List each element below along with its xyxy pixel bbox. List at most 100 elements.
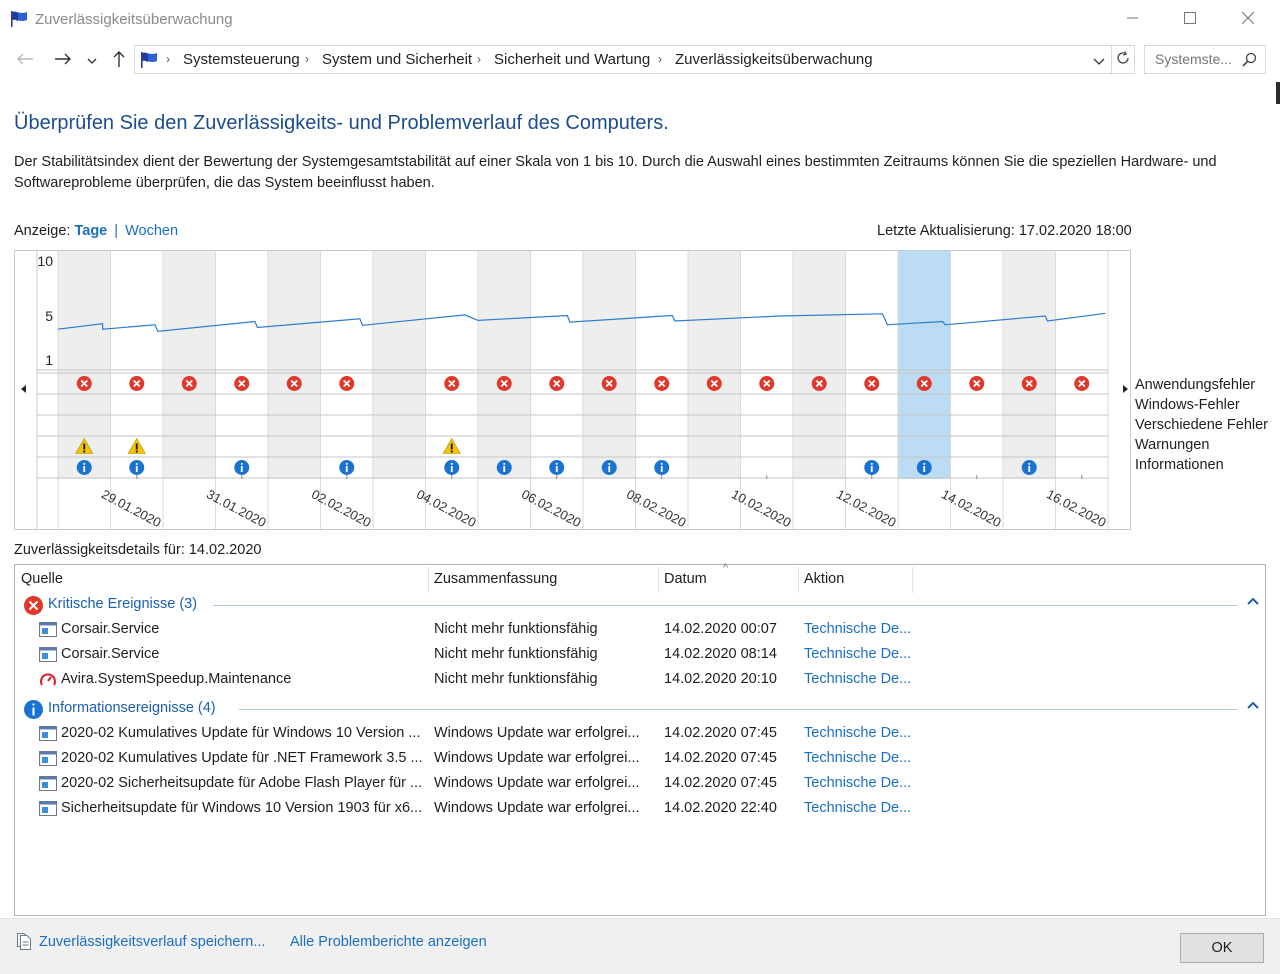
day-column[interactable]: [950, 251, 1004, 479]
info-icon-dot: [923, 463, 926, 465]
address-dropdown-icon[interactable]: [1093, 54, 1105, 70]
day-column[interactable]: [793, 251, 846, 479]
reliability-chart[interactable]: 10 5 1 29.01.2020 31.01.2020 02.02.2020 04.02.…: [14, 250, 1131, 530]
column-header-summary[interactable]: Zusammenfassung: [434, 571, 557, 587]
legend-application-errors: Anwendungsfehler: [1135, 377, 1256, 393]
column-header-date[interactable]: Datum: [664, 571, 707, 587]
day-column[interactable]: [215, 251, 269, 479]
technical-details-link[interactable]: Technische De...: [804, 646, 914, 662]
technical-details-link[interactable]: Technische De...: [804, 621, 914, 637]
list-item[interactable]: 2020-02 Kumulatives Update für .NET Fram…: [15, 746, 1265, 771]
day-column[interactable]: [373, 251, 426, 479]
day-column[interactable]: [163, 251, 216, 479]
info-icon-dot: [503, 463, 506, 465]
day-column[interactable]: [1003, 251, 1056, 479]
all-problem-reports-link[interactable]: Alle Problemberichte anzeigen: [290, 934, 487, 950]
search-box[interactable]: [1144, 45, 1266, 74]
legend-warnings: Warnungen: [1135, 437, 1210, 453]
group-separator: [213, 605, 1237, 606]
info-icon-dot: [608, 463, 611, 465]
column-header-action[interactable]: Aktion: [804, 571, 844, 587]
application-window-icon: [39, 622, 57, 641]
document-icon: [16, 933, 32, 954]
technical-details-link[interactable]: Technische De...: [804, 775, 914, 791]
breadcrumb-system-und-sicherheit[interactable]: System und Sicherheit: [322, 51, 472, 68]
view-weeks-link[interactable]: Wochen: [125, 223, 178, 239]
arrow-right-icon: [54, 52, 72, 69]
list-item[interactable]: 2020-02 Sicherheitsupdate für Adobe Flas…: [15, 771, 1265, 796]
application-window-icon: [39, 776, 57, 795]
date-axis-label: 14.02.2020: [939, 486, 1004, 530]
legend-misc-errors: Verschiedene Fehler: [1135, 417, 1268, 433]
date-axis-label: 31.01.2020: [204, 486, 269, 530]
maximize-button[interactable]: [1161, 0, 1219, 38]
source-cell: Avira.SystemSpeedup.Maintenance: [61, 671, 292, 687]
breadcrumb-zuverlaessigkeitsueberwachung[interactable]: Zuverlässigkeitsüberwachung: [675, 51, 873, 68]
day-column[interactable]: [740, 251, 794, 479]
minimize-button[interactable]: [1104, 0, 1162, 38]
info-icon-stem: [555, 466, 558, 472]
info-icon-dot: [870, 463, 873, 465]
sort-ascending-icon: ^: [723, 562, 729, 574]
list-item[interactable]: Corsair.Service Nicht mehr funktionsfähi…: [15, 617, 1265, 642]
day-column[interactable]: [688, 251, 741, 479]
day-column[interactable]: [583, 251, 636, 479]
list-item[interactable]: Corsair.Service Nicht mehr funktionsfähi…: [15, 642, 1265, 667]
date-axis-label: 06.02.2020: [519, 486, 584, 530]
day-column[interactable]: [320, 251, 374, 479]
technical-details-link[interactable]: Technische De...: [804, 750, 914, 766]
collapse-group-icon[interactable]: [1247, 596, 1259, 608]
minimize-icon: [1127, 11, 1139, 27]
ok-button[interactable]: OK: [1180, 933, 1264, 963]
warning-icon-dot: [450, 450, 453, 453]
technical-details-link[interactable]: Technische De...: [804, 725, 914, 741]
list-item[interactable]: Sicherheitsupdate für Windows 10 Version…: [15, 796, 1265, 821]
info-icon-stem: [660, 466, 663, 472]
window-title: Zuverlässigkeitsüberwachung: [35, 11, 233, 28]
breadcrumb-systemsteuerung[interactable]: Systemsteuerung: [183, 51, 300, 68]
y-tick-label: 10: [37, 253, 53, 269]
triangle-left-icon[interactable]: [21, 385, 26, 393]
footer-bar: Zuverlässigkeitsverlauf speichern... All…: [0, 918, 1280, 974]
arrow-left-icon: [16, 52, 34, 69]
selected-day-column[interactable]: [898, 251, 951, 479]
warning-icon-mark: [450, 443, 453, 450]
group-label: Kritische Ereignisse (3): [48, 596, 198, 612]
refresh-button[interactable]: [1111, 45, 1135, 74]
collapse-group-icon[interactable]: [1247, 700, 1259, 712]
info-icon-stem: [870, 466, 873, 472]
forward-button[interactable]: [50, 49, 76, 71]
day-column[interactable]: [1055, 251, 1109, 479]
group-information-events[interactable]: Informationsereignisse (4): [23, 698, 1259, 720]
date-cell: 14.02.2020 07:45: [664, 725, 777, 741]
list-item[interactable]: 2020-02 Kumulatives Update für Windows 1…: [15, 721, 1265, 746]
technical-details-link[interactable]: Technische De...: [804, 800, 914, 816]
list-item[interactable]: Avira.SystemSpeedup.Maintenance Nicht me…: [15, 667, 1265, 692]
day-column[interactable]: [530, 251, 584, 479]
close-button[interactable]: [1219, 0, 1277, 38]
date-cell: 14.02.2020 20:10: [664, 671, 777, 687]
column-header-source[interactable]: Quelle: [21, 571, 63, 587]
view-days-link[interactable]: Tage: [74, 223, 107, 239]
y-tick-label: 5: [45, 308, 53, 324]
day-column[interactable]: [268, 251, 321, 479]
recent-locations-button[interactable]: [82, 49, 102, 71]
warning-icon-dot: [135, 450, 138, 453]
application-window-icon: [39, 647, 57, 666]
column-divider: [428, 567, 429, 593]
save-history-link[interactable]: Zuverlässigkeitsverlauf speichern...: [39, 934, 265, 950]
group-critical-events[interactable]: Kritische Ereignisse (3): [23, 594, 1259, 616]
chevron-right-icon: ›: [166, 52, 170, 66]
day-column[interactable]: [635, 251, 689, 479]
details-list[interactable]: Quelle Zusammenfassung Datum ^ Aktion Kr…: [14, 562, 1266, 916]
address-bar[interactable]: › Systemsteuerung › System und Sicherhei…: [134, 45, 1112, 74]
day-column[interactable]: [478, 251, 531, 479]
back-button[interactable]: [12, 49, 38, 71]
day-column[interactable]: [845, 251, 899, 479]
up-button[interactable]: [106, 49, 132, 71]
breadcrumb-sicherheit-und-wartung[interactable]: Sicherheit und Wartung: [494, 51, 650, 68]
search-input[interactable]: [1153, 46, 1245, 72]
triangle-right-icon[interactable]: [1123, 385, 1128, 393]
technical-details-link[interactable]: Technische De...: [804, 671, 914, 687]
reliability-chart-svg[interactable]: 10 5 1 29.01.2020 31.01.2020 02.02.2020 04.02.…: [15, 251, 1132, 531]
